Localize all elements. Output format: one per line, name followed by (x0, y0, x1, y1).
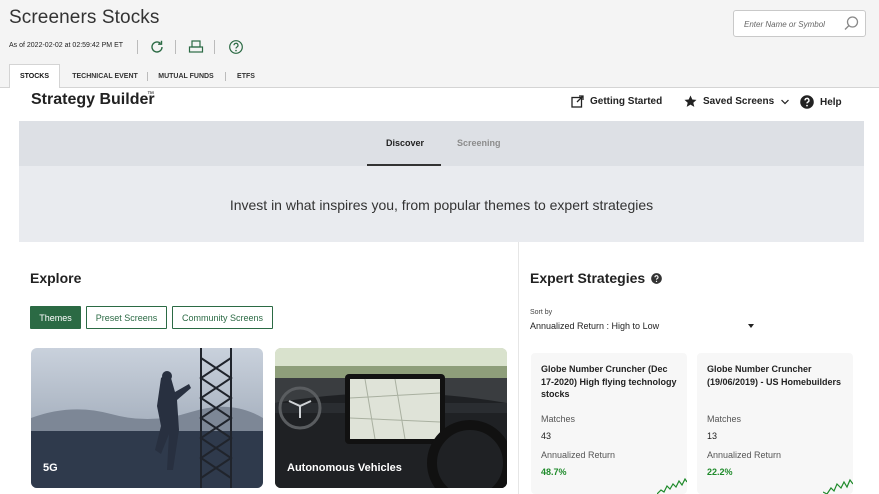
matches-value: 13 (707, 431, 718, 441)
card-label-5g: 5G (43, 462, 58, 474)
tab-separator (147, 72, 148, 81)
filter-community-screens-button[interactable]: Community Screens (172, 306, 273, 329)
strategy-card[interactable]: Globe Number Cruncher (Dec 17-2020) High… (531, 353, 687, 494)
page-title: Screeners Stocks (9, 7, 160, 28)
card-label-autonomous-vehicles: Autonomous Vehicles (287, 462, 402, 474)
chevron-down-icon (781, 99, 790, 104)
explore-title: Explore (30, 270, 82, 286)
theme-card-autonomous-vehicles[interactable]: Autonomous Vehicles (275, 348, 507, 488)
caret-down-icon[interactable] (748, 324, 754, 328)
help-icon[interactable] (651, 272, 663, 284)
5g-tower-image (31, 348, 263, 488)
sort-by-label: Sort by (530, 309, 553, 316)
annualized-return-value: 22.2% (707, 467, 733, 477)
star-icon (684, 95, 697, 107)
search-icon[interactable] (843, 15, 860, 32)
symbol-search[interactable] (733, 10, 866, 37)
expert-strategies-title: Expert Strategies (530, 270, 646, 286)
sparkline-chart (657, 478, 687, 494)
sort-select[interactable]: Annualized Return : High to Low (530, 321, 659, 331)
toolbar-separator (175, 40, 176, 54)
tab-etfs[interactable]: ETFS (230, 64, 262, 88)
tab-technical-event[interactable]: TECHNICAL EVENT (66, 64, 144, 88)
annualized-return-label: Annualized Return (707, 450, 782, 460)
trademark-mark: ™ (147, 91, 154, 98)
strategy-name: Globe Number Cruncher (Dec 17-2020) High… (541, 364, 677, 399)
help-label: Help (820, 96, 842, 108)
strategy-card[interactable]: Globe Number Cruncher (19/06/2019) - US … (697, 353, 853, 494)
refresh-icon[interactable] (149, 39, 165, 55)
expert-strategies-heading: Expert Strategies (530, 270, 663, 286)
help-circle-icon[interactable] (228, 39, 244, 55)
tab-separator (225, 72, 226, 81)
strategy-name: Globe Number Cruncher (19/06/2019) - US … (707, 364, 842, 387)
annualized-return-label: Annualized Return (541, 450, 616, 460)
toolbar-separator (214, 40, 215, 54)
filter-preset-screens-button[interactable]: Preset Screens (86, 306, 167, 329)
help-link[interactable]: Help (800, 95, 842, 109)
hero-tab-bar (19, 121, 864, 166)
matches-value: 43 (541, 431, 552, 441)
as-of-timestamp: As of 2022-02-02 at 02:59:42 PM ET (9, 42, 124, 49)
tab-screening[interactable]: Screening (457, 138, 501, 148)
theme-card-5g[interactable]: 5G (31, 348, 263, 488)
tab-mutual-funds[interactable]: MUTUAL FUNDS (152, 64, 220, 88)
print-icon[interactable] (188, 39, 204, 55)
filter-themes-button[interactable]: Themes (30, 306, 81, 329)
annualized-return-value: 48.7% (541, 467, 567, 477)
sparkline-chart (823, 478, 853, 494)
tab-discover[interactable]: Discover (386, 138, 424, 148)
matches-label: Matches (541, 414, 576, 424)
column-divider (518, 242, 519, 494)
strategy-builder-title: Strategy Builder (31, 91, 155, 108)
toolbar-separator (137, 40, 138, 54)
hero-tagline: Invest in what inspires you, from popula… (229, 197, 654, 213)
search-input[interactable] (744, 16, 844, 32)
tab-stocks[interactable]: STOCKS (9, 64, 60, 89)
external-link-icon (571, 95, 584, 108)
matches-label: Matches (707, 414, 742, 424)
saved-screens-dropdown[interactable]: Saved Screens (684, 95, 790, 108)
active-tab-indicator (367, 164, 441, 166)
getting-started-label: Getting Started (590, 96, 663, 107)
help-icon (800, 95, 814, 109)
saved-screens-label: Saved Screens (703, 96, 775, 107)
getting-started-link[interactable]: Getting Started (571, 95, 662, 108)
